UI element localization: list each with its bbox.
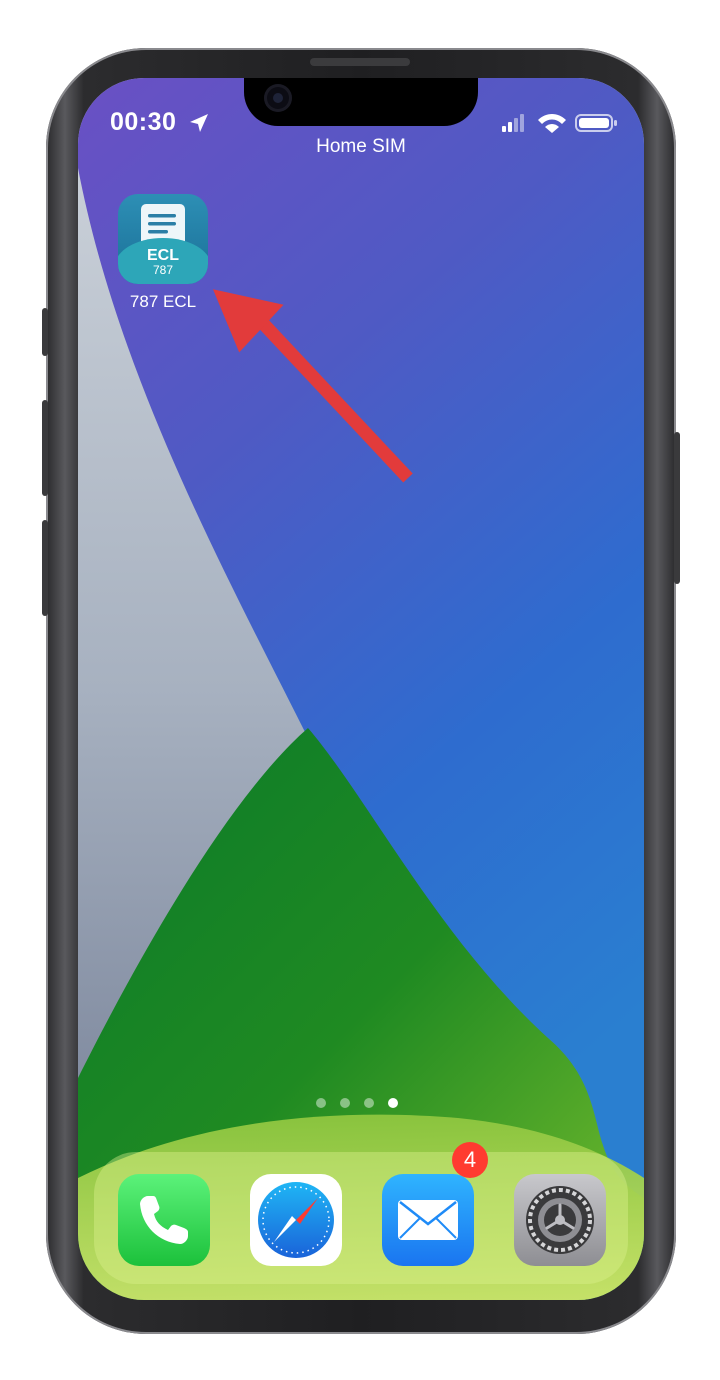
page-dot-active <box>388 1098 398 1108</box>
annotation-arrow <box>212 289 413 483</box>
safari-app-icon[interactable] <box>250 1174 342 1266</box>
earpiece-speaker <box>310 58 410 66</box>
page-dot <box>340 1098 350 1108</box>
phone-app-icon[interactable] <box>118 1174 210 1266</box>
mail-badge: 4 <box>452 1142 488 1178</box>
dock <box>94 1152 628 1284</box>
page-dot <box>364 1098 374 1108</box>
volume-up-button <box>42 400 48 496</box>
mail-app-icon[interactable] <box>382 1174 474 1266</box>
volume-down-button <box>42 520 48 616</box>
envelope-icon <box>398 1200 458 1240</box>
home-screen: 00:30 Home SIM ECL 787 787 ECL 4 <box>78 78 644 1300</box>
settings-app-icon[interactable] <box>514 1174 606 1266</box>
page-indicator[interactable] <box>316 1098 398 1108</box>
page-dot <box>316 1098 326 1108</box>
power-button <box>674 432 680 584</box>
action-button <box>42 308 48 356</box>
compass-icon <box>258 1182 334 1258</box>
phone-handset-icon <box>140 1196 188 1244</box>
gear-icon <box>526 1186 594 1254</box>
